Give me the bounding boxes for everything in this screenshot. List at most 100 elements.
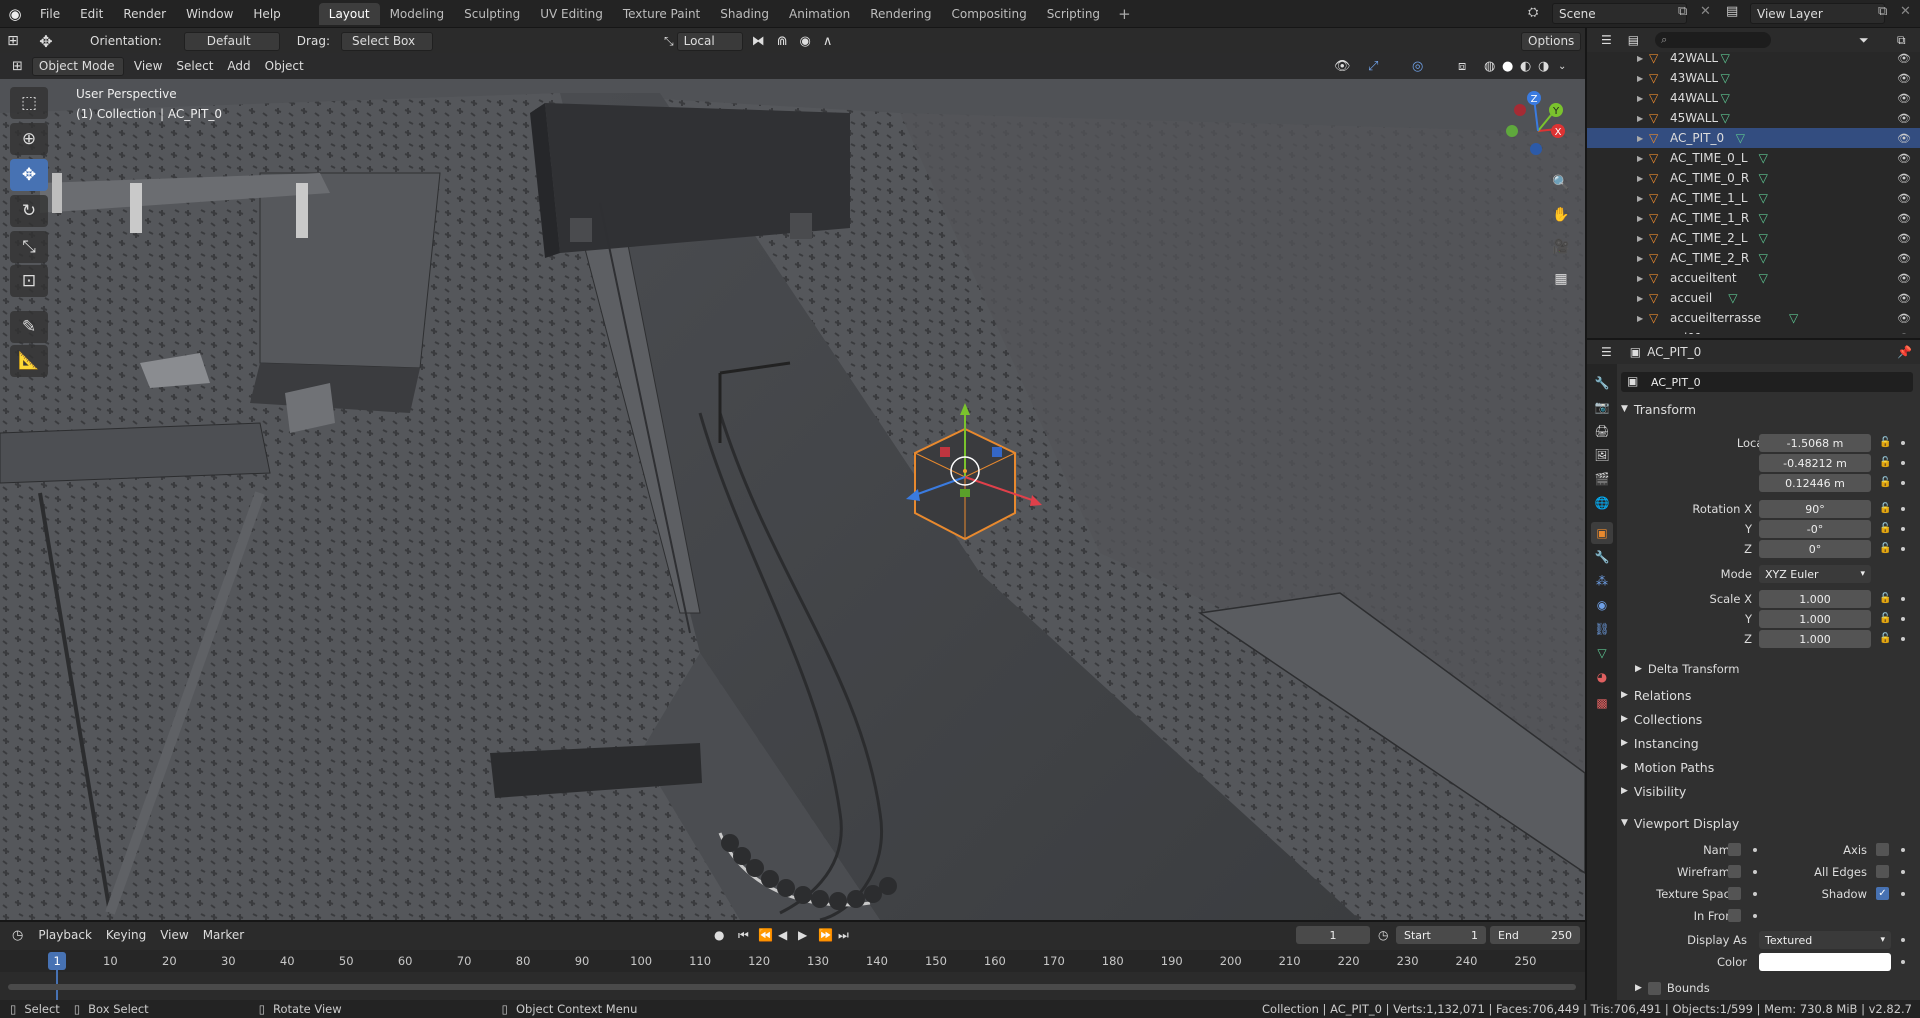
- vd-texture-space-checkbox[interactable]: [1728, 887, 1741, 900]
- viewport-display-header[interactable]: ▼ Viewport Display: [1621, 812, 1911, 834]
- vd-shadow-checkbox[interactable]: ✓: [1876, 887, 1889, 900]
- visibility-eye-icon[interactable]: 👁: [1897, 52, 1911, 65]
- select-box-tool[interactable]: ⬚: [10, 87, 48, 119]
- transform-panel-header[interactable]: ▼ Transform: [1621, 398, 1911, 420]
- measure-tool[interactable]: 📐: [10, 345, 48, 377]
- menu-marker[interactable]: Marker: [196, 928, 251, 942]
- lock-icon[interactable]: 🔓: [1879, 613, 1891, 624]
- xray-icon[interactable]: ⧈: [1458, 59, 1466, 74]
- outliner-row[interactable]: ▶ ▽ accueilterrasse ▽ 👁: [1587, 308, 1920, 328]
- object-datablock-icon[interactable]: ▣: [1627, 374, 1638, 388]
- panel-header-collections[interactable]: ▶ Collections: [1621, 708, 1911, 730]
- menu-keying[interactable]: Keying: [99, 928, 153, 942]
- expand-arrow-icon[interactable]: ▶: [1637, 74, 1643, 83]
- expand-arrow-icon[interactable]: ▶: [1637, 114, 1643, 123]
- falloff-icon[interactable]: ∧: [817, 34, 839, 49]
- vd-color-swatch[interactable]: [1759, 953, 1891, 971]
- frame-ruler[interactable]: 1 10 20 30 40 50 60 70 80 90 100 110 120 130 140 150 160…: [0, 950, 1585, 972]
- view-layer-tab-icon[interactable]: 🖼: [1591, 444, 1613, 466]
- visibility-eye-icon[interactable]: 👁: [1897, 132, 1911, 145]
- lock-icon[interactable]: 🔓: [1879, 457, 1891, 468]
- visibility-eye-icon[interactable]: 👁: [1897, 212, 1911, 225]
- lock-icon[interactable]: 🔓: [1879, 477, 1891, 488]
- view-layer-selector[interactable]: View Layer: [1750, 3, 1885, 24]
- scale-tool[interactable]: ⤡: [10, 231, 48, 263]
- jump-start-icon[interactable]: ⏮: [738, 928, 749, 943]
- expand-arrow-icon[interactable]: ▶: [1637, 274, 1643, 283]
- vd-axis-checkbox[interactable]: [1876, 843, 1889, 856]
- outliner-row[interactable]: ▶ ▽ 43WALL ▽ 👁: [1587, 68, 1920, 88]
- keyframe-dot[interactable]: [1753, 892, 1757, 896]
- next-keyframe-icon[interactable]: ⏩: [818, 928, 833, 942]
- keyframe-dot[interactable]: [1901, 870, 1905, 874]
- outliner-row[interactable]: ▶ ▽ AC_TIME_0_R ▽ 👁: [1587, 168, 1920, 188]
- expand-arrow-icon[interactable]: ▶: [1637, 214, 1643, 223]
- keyframe-dot[interactable]: [1901, 507, 1905, 511]
- expand-arrow-icon[interactable]: ▶: [1637, 134, 1643, 143]
- menu-edit[interactable]: Edit: [70, 0, 113, 28]
- expand-arrow-icon[interactable]: ▶: [1637, 154, 1643, 163]
- blender-logo-icon[interactable]: ◉: [0, 5, 30, 23]
- lock-icon[interactable]: 🔓: [1879, 523, 1891, 534]
- overlay-toggle-icon[interactable]: ◎: [1412, 59, 1423, 74]
- visibility-eye-icon[interactable]: 👁: [1897, 272, 1911, 285]
- panel-header-instancing[interactable]: ▶ Instancing: [1621, 732, 1911, 754]
- expand-arrow-icon[interactable]: ▶: [1637, 254, 1643, 263]
- scene-close-icon[interactable]: ✕: [1700, 4, 1711, 19]
- shading-rendered-icon[interactable]: ◑: [1538, 59, 1549, 74]
- keyframe-dot[interactable]: [1901, 461, 1905, 465]
- add-workspace-button[interactable]: +: [1110, 5, 1139, 23]
- panel-header-relations[interactable]: ▶ Relations: [1621, 684, 1911, 706]
- visibility-eye-icon[interactable]: 👁: [1897, 72, 1911, 85]
- tool-tab-icon[interactable]: 🔧: [1591, 372, 1613, 394]
- annotate-tool[interactable]: ✎: [10, 311, 48, 343]
- timeline-editor-type-icon[interactable]: ◷: [0, 928, 31, 943]
- world-tab-icon[interactable]: 🌐: [1591, 492, 1613, 514]
- outliner-row[interactable]: ▶ ▽ AC_TIME_1_L ▽ 👁: [1587, 188, 1920, 208]
- prev-keyframe-icon[interactable]: ⏪: [758, 928, 773, 942]
- tab-uv-editing[interactable]: UV Editing: [530, 3, 613, 25]
- material-tab-icon[interactable]: ◕: [1591, 666, 1613, 688]
- menu-render[interactable]: Render: [113, 0, 176, 28]
- vd-display-as-dropdown[interactable]: Textured ▾: [1759, 931, 1891, 949]
- panel-header-visibility[interactable]: ▶ Visibility: [1621, 780, 1911, 802]
- expand-arrow-icon[interactable]: ▶: [1637, 314, 1643, 323]
- visibility-eye-icon[interactable]: 👁: [1897, 112, 1911, 125]
- shading-solid-icon[interactable]: ●: [1502, 59, 1513, 74]
- outliner-row[interactable]: ▶ ▽ 42WALL ▽ 👁: [1587, 48, 1920, 68]
- vd-wireframe-checkbox[interactable]: [1728, 865, 1741, 878]
- visibility-eye-icon[interactable]: 👁: [1897, 292, 1911, 305]
- keyframe-dot[interactable]: [1753, 914, 1757, 918]
- transform-tool-icon[interactable]: ⊞: [0, 33, 26, 49]
- lock-icon[interactable]: 🔓: [1879, 633, 1891, 644]
- outliner-row[interactable]: ▶ ▽ AC_TIME_2_R ▽ 👁: [1587, 248, 1920, 268]
- lock-icon[interactable]: 🔓: [1879, 543, 1891, 554]
- keyframe-dot[interactable]: [1753, 848, 1757, 852]
- menu-select[interactable]: Select: [169, 59, 220, 73]
- scene-copy-icon[interactable]: ⧉: [1678, 4, 1687, 19]
- render-tab-icon[interactable]: 📷: [1591, 396, 1613, 418]
- camera-view-icon[interactable]: 🎥: [1547, 233, 1575, 261]
- tool-options-icon[interactable]: ✥: [26, 32, 66, 51]
- tab-rendering[interactable]: Rendering: [860, 3, 941, 25]
- snap-icon[interactable]: ⧓: [746, 34, 771, 49]
- location-y-field[interactable]: -0.48212 m: [1759, 454, 1871, 472]
- keyframe-dot[interactable]: [1901, 527, 1905, 531]
- tab-layout[interactable]: Layout: [318, 2, 380, 25]
- bounds-checkbox[interactable]: [1647, 981, 1661, 995]
- filter-icon[interactable]: ⏷: [1859, 33, 1869, 48]
- location-z-field[interactable]: 0.12446 m: [1759, 474, 1871, 492]
- expand-arrow-icon[interactable]: ▶: [1637, 294, 1643, 303]
- record-icon[interactable]: ●: [714, 928, 724, 942]
- tab-animation[interactable]: Animation: [779, 3, 860, 25]
- keyframe-dot[interactable]: [1901, 597, 1905, 601]
- outliner-row[interactable]: ▶ ▽ 45WALL ▽ 👁: [1587, 108, 1920, 128]
- tab-sculpting[interactable]: Sculpting: [454, 3, 530, 25]
- data-tab-icon[interactable]: ▽: [1591, 642, 1613, 664]
- outliner-row[interactable]: ▶ ▽ acl01 ▽ 👁: [1587, 328, 1920, 334]
- menu-add[interactable]: Add: [220, 59, 257, 73]
- end-frame-field[interactable]: End 250: [1490, 926, 1580, 944]
- output-tab-icon[interactable]: 🖨: [1591, 420, 1613, 442]
- rotate-tool[interactable]: ↻: [10, 195, 48, 227]
- move-tool[interactable]: ✥: [10, 159, 48, 191]
